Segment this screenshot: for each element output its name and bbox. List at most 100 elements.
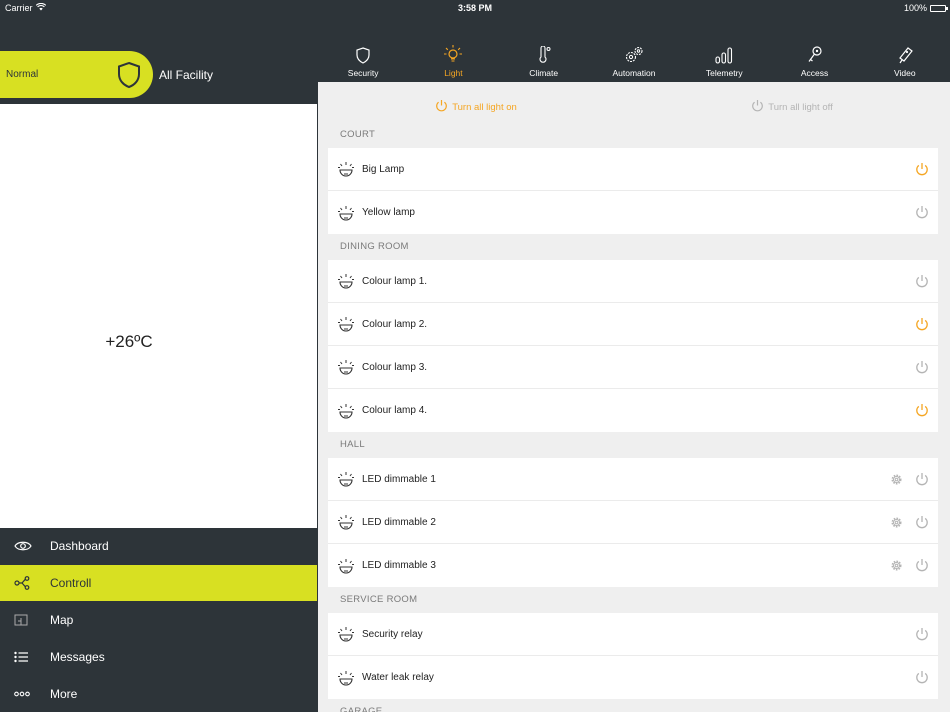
section-title: DINING ROOM	[340, 241, 409, 252]
lamp-icon	[332, 626, 359, 642]
shield-icon	[108, 54, 150, 96]
lamp-icon	[332, 359, 359, 375]
device-name: Big Lamp	[362, 163, 405, 175]
bulk-actions: Turn all light on Turn all light off	[318, 96, 950, 118]
map-icon	[0, 614, 50, 626]
section-title: SERVICE ROOM	[340, 594, 418, 605]
lamp-icon	[332, 558, 359, 574]
nav-label-controll: Controll	[50, 576, 92, 590]
lamp-icon	[332, 273, 359, 289]
power-off-icon[interactable]	[915, 205, 929, 224]
temperature-readout: +26ºC	[105, 332, 153, 351]
nav-item-messages[interactable]: Messages	[0, 639, 317, 675]
nav-item-more[interactable]: More	[0, 676, 317, 712]
left-panel: Normal All Facility +26ºC Dashboard Cont…	[0, 0, 317, 712]
tab-video[interactable]: Video	[860, 44, 950, 82]
turn-all-off-button[interactable]: Turn all light off	[634, 96, 950, 118]
status-bar: Carrier 3:58 PM 100%	[0, 0, 950, 16]
device-row[interactable]: LED dimmable 1	[328, 458, 938, 501]
device-row[interactable]: Colour lamp 1.	[328, 260, 938, 303]
device-row[interactable]: Water leak relay	[328, 656, 938, 699]
bulb-icon	[443, 44, 463, 64]
key-icon	[807, 44, 823, 64]
lamp-icon	[332, 316, 359, 332]
device-list: COURT Big Lamp Yellow lamp DINING ROOM Colou…	[328, 126, 938, 712]
facility-title[interactable]: All Facility	[159, 68, 213, 82]
lamp-icon	[332, 403, 359, 419]
tab-security[interactable]: Security	[318, 44, 408, 82]
tab-label-security: Security	[347, 68, 379, 78]
more-dots-icon	[0, 691, 50, 697]
power-icon	[435, 99, 448, 115]
power-on-icon[interactable]	[915, 317, 929, 336]
tab-label-video: Video	[894, 68, 916, 78]
nav-label-dashboard: Dashboard	[50, 539, 109, 553]
device-row[interactable]: Colour lamp 3.	[328, 346, 938, 389]
lamp-icon	[332, 514, 359, 530]
power-off-icon[interactable]	[915, 472, 929, 491]
clock: 3:58 PM	[457, 3, 492, 13]
device-name: LED dimmable 2	[362, 516, 436, 528]
tab-label-automation: Automation	[612, 68, 656, 78]
signal-bars-icon	[715, 44, 733, 64]
power-icon	[751, 99, 764, 115]
light-control-panel: Security Light Climate Automation Teleme…	[318, 0, 950, 712]
section-title: HALL	[340, 439, 365, 450]
share-nodes-icon	[0, 576, 50, 590]
turn-all-on-label: Turn all light on	[452, 101, 517, 113]
tab-label-telemetry: Telemetry	[705, 68, 743, 78]
lamp-icon	[332, 471, 359, 487]
tab-telemetry[interactable]: Telemetry	[679, 44, 769, 82]
device-name: LED dimmable 1	[362, 473, 436, 485]
battery-indicator: 100%	[903, 3, 948, 13]
shield-icon	[356, 44, 370, 64]
device-name: Security relay	[362, 628, 423, 640]
tab-climate[interactable]: Climate	[499, 44, 589, 82]
power-off-icon[interactable]	[915, 360, 929, 379]
device-row[interactable]: Yellow lamp	[328, 191, 938, 234]
section-title: COURT	[340, 129, 376, 140]
device-row[interactable]: Big Lamp	[328, 148, 938, 191]
device-row[interactable]: LED dimmable 2	[328, 501, 938, 544]
power-on-icon[interactable]	[915, 162, 929, 181]
nav-item-dashboard[interactable]: Dashboard	[0, 528, 317, 564]
settings-gear-icon[interactable]	[890, 516, 903, 534]
mode-label: Normal	[6, 69, 39, 80]
power-on-icon[interactable]	[915, 403, 929, 422]
settings-gear-icon[interactable]	[890, 559, 903, 577]
tab-access[interactable]: Access	[769, 44, 859, 82]
nav-item-controll[interactable]: Controll	[0, 565, 317, 601]
nav-label-more: More	[50, 687, 78, 701]
turn-all-on-button[interactable]: Turn all light on	[318, 96, 634, 118]
device-row[interactable]: Security relay	[328, 613, 938, 656]
power-off-icon[interactable]	[915, 627, 929, 646]
device-name: Yellow lamp	[362, 207, 415, 218]
device-name: Colour lamp 3.	[362, 361, 428, 373]
battery-label: 100%	[903, 3, 927, 13]
device-row[interactable]: LED dimmable 3	[328, 544, 938, 587]
device-name: Colour lamp 1.	[362, 275, 428, 287]
battery-icon	[930, 4, 948, 12]
thermometer-icon	[537, 44, 551, 64]
power-off-icon[interactable]	[915, 515, 929, 534]
power-off-icon[interactable]	[915, 274, 929, 293]
eye-icon	[0, 540, 50, 552]
device-name: Colour lamp 2.	[362, 318, 428, 330]
power-off-icon[interactable]	[915, 670, 929, 689]
nav-label-messages: Messages	[50, 650, 105, 664]
tab-automation[interactable]: Automation	[589, 44, 679, 82]
security-mode-pill[interactable]: Normal	[0, 51, 153, 98]
device-row[interactable]: Colour lamp 4.	[328, 389, 938, 432]
camera-icon	[896, 44, 914, 64]
device-name: Colour lamp 4.	[362, 405, 428, 416]
device-row[interactable]: Colour lamp 2.	[328, 303, 938, 346]
settings-gear-icon[interactable]	[890, 473, 903, 491]
tab-label-light: Light	[444, 68, 463, 78]
tab-label-climate: Climate	[529, 68, 559, 78]
nav-label-map: Map	[50, 613, 74, 627]
list-icon	[0, 651, 50, 663]
tab-light[interactable]: Light	[408, 44, 498, 82]
device-name: LED dimmable 3	[362, 560, 436, 571]
nav-item-map[interactable]: Map	[0, 602, 317, 638]
power-off-icon[interactable]	[915, 558, 929, 577]
